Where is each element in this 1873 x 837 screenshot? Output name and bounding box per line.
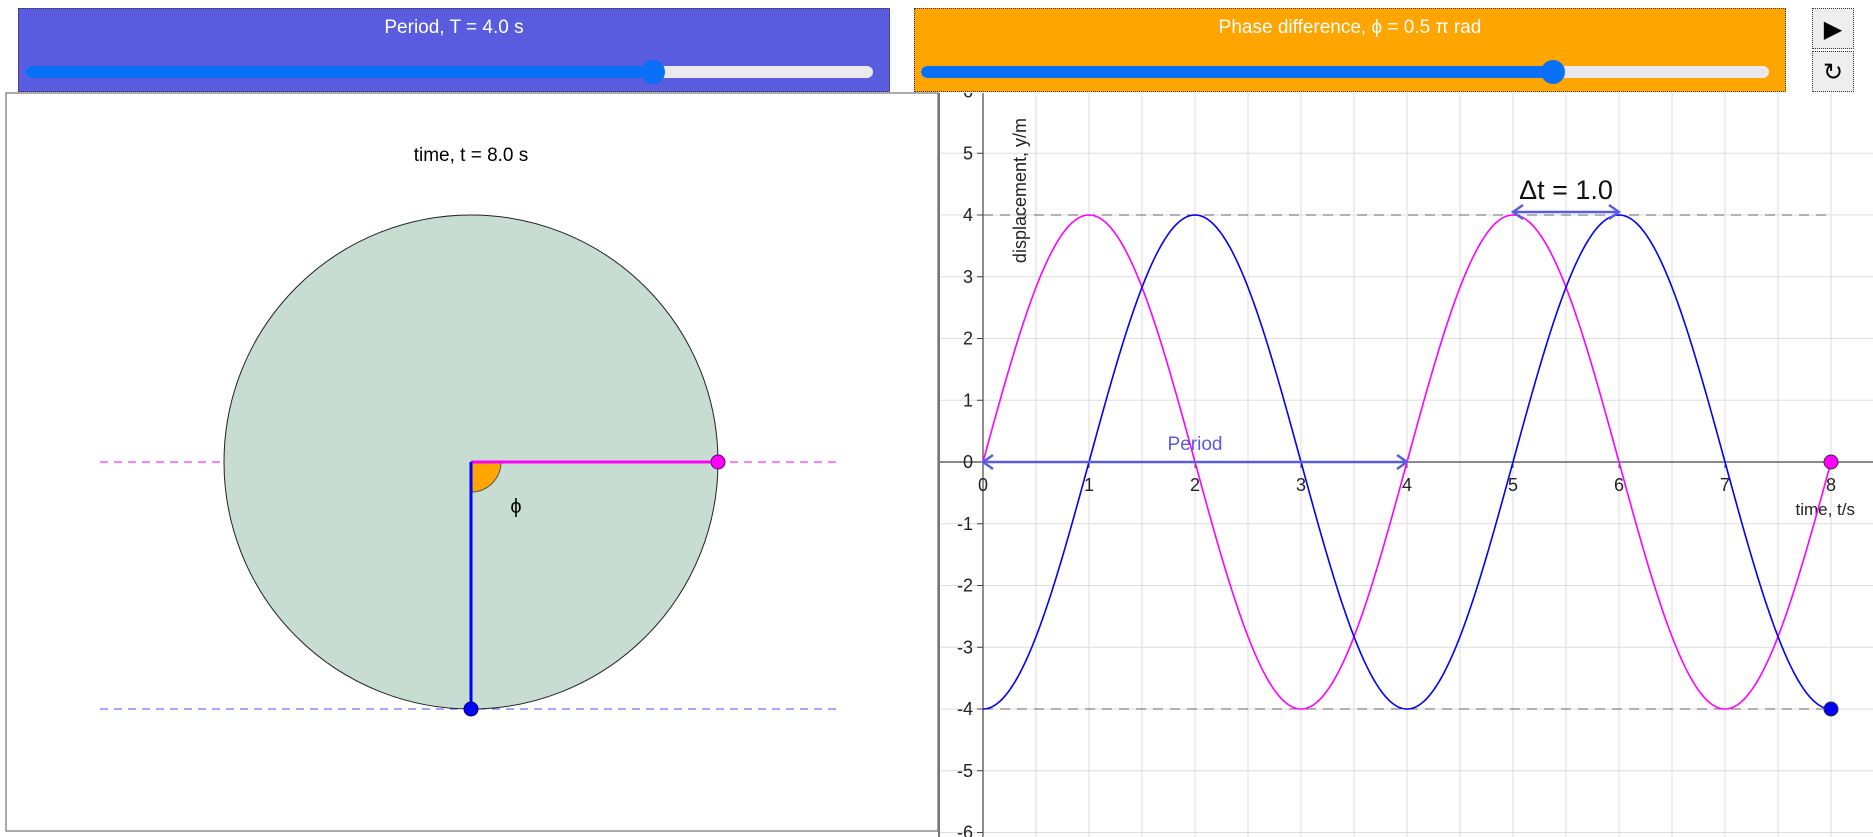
x-tick-label: 2 xyxy=(1190,475,1200,495)
simulation-canvas: time, t = 8.0 s ϕ 6543210-1-2-3-4-5-6012… xyxy=(5,92,1873,837)
y-tick-label: -6 xyxy=(957,823,973,837)
graph-axes xyxy=(940,93,1873,837)
y-tick-label: 5 xyxy=(963,143,973,163)
y-tick-label: -5 xyxy=(957,761,973,781)
wave-series xyxy=(982,214,1832,710)
x-tick-label: 0 xyxy=(978,475,988,495)
y-tick-label: 4 xyxy=(963,205,973,225)
delta-t-arrow-head-left xyxy=(1510,203,1524,221)
x-tick-label: 6 xyxy=(1614,475,1624,495)
x-tick-label: 8 xyxy=(1826,475,1836,495)
x-tick-label: 4 xyxy=(1402,475,1412,495)
y-tick-label: -2 xyxy=(957,576,973,596)
period-label: Period, T = 4.0 s xyxy=(384,17,524,38)
period-slider-track[interactable] xyxy=(25,66,873,78)
phasor-panel xyxy=(5,92,939,832)
y-tick-label: 2 xyxy=(963,329,973,349)
graph-grid xyxy=(940,93,1873,837)
y-tick-label: 0 xyxy=(963,452,973,472)
delta-t-arrow-head-right xyxy=(1608,203,1622,221)
phase-slider-track[interactable] xyxy=(921,66,1769,78)
graph-panel: 6543210-1-2-3-4-5-6012345678time, t/sdis… xyxy=(940,93,1873,837)
period-slider-fill xyxy=(25,66,653,78)
y-tick-label: -4 xyxy=(957,699,973,719)
phase-angle-wedge xyxy=(470,461,502,493)
wave-end-point xyxy=(1823,701,1839,717)
period-annotation-label: Period xyxy=(1168,434,1223,455)
phase-slider-fill xyxy=(921,66,1553,78)
phase-label: Phase difference, ϕ = 0.5 π rad xyxy=(1218,17,1482,38)
phi-label: ϕ xyxy=(510,496,521,518)
graph-annotations: Period Δt = 1.0 xyxy=(980,175,1622,471)
x-tick-label: 1 xyxy=(1084,475,1094,495)
reset-button[interactable]: ↻ xyxy=(1812,51,1854,92)
phase-slider-panel: Phase difference, ϕ = 0.5 π rad xyxy=(914,8,1786,92)
blue-phasor-tip[interactable] xyxy=(463,701,479,717)
period-slider-panel: Period, T = 4.0 s xyxy=(18,8,890,92)
x-tick-label: 5 xyxy=(1508,475,1518,495)
wave-curves xyxy=(982,214,1839,717)
y-tick-label: -1 xyxy=(957,514,973,534)
y-tick-label: 1 xyxy=(963,390,973,410)
reset-icon: ↻ xyxy=(1822,57,1844,86)
wave-end-point xyxy=(1823,454,1839,470)
phase-slider-thumb[interactable] xyxy=(1540,60,1565,84)
y-tick-label: -3 xyxy=(957,637,973,657)
reference-circle xyxy=(223,214,719,710)
x-axis-label: time, t/s xyxy=(1795,500,1855,519)
x-tick-label: 7 xyxy=(1720,475,1730,495)
play-button[interactable]: ▶ xyxy=(1812,8,1854,49)
period-arrow-head-right xyxy=(1396,453,1410,471)
time-label: time, t = 8.0 s xyxy=(414,145,529,166)
y-tick-label: 3 xyxy=(963,267,973,287)
period-arrow-head-left xyxy=(980,453,994,471)
amplitude-reference-lines xyxy=(983,214,1831,710)
magenta-phasor-tip[interactable] xyxy=(710,454,726,470)
x-tick-label: 3 xyxy=(1296,475,1306,495)
graph-ticks: 6543210-1-2-3-4-5-6012345678time, t/sdis… xyxy=(957,93,1855,837)
wave-series xyxy=(982,214,1832,710)
play-icon: ▶ xyxy=(1823,14,1843,43)
period-slider-thumb[interactable] xyxy=(640,60,665,84)
y-axis-label: displacement, y/m xyxy=(1010,118,1030,263)
delta-t-label: Δt = 1.0 xyxy=(1519,175,1613,205)
